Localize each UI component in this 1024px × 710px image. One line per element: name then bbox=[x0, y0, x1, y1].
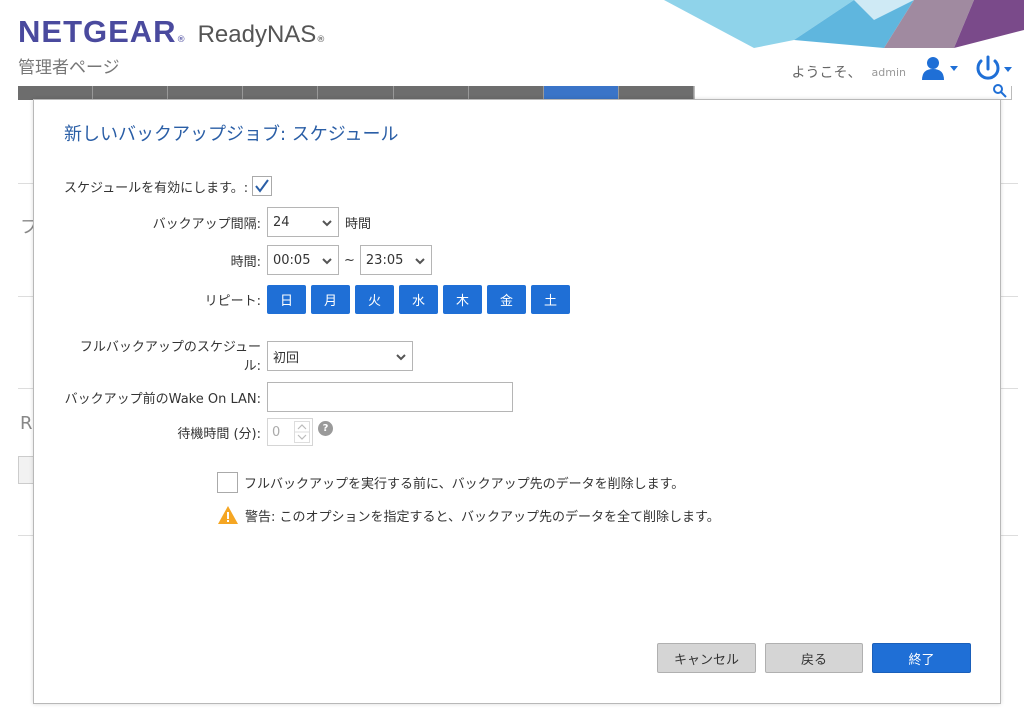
help-icon[interactable]: ? bbox=[318, 420, 333, 436]
repeat-label: リピート: bbox=[204, 294, 261, 309]
nav-tab[interactable] bbox=[243, 86, 319, 100]
day-button-mon[interactable]: 月 bbox=[311, 285, 350, 314]
brand-name: NETGEAR bbox=[18, 14, 177, 49]
nav-tab[interactable] bbox=[619, 86, 694, 100]
nav-tab[interactable] bbox=[318, 86, 394, 100]
warning-text: 警告: このオプションを指定すると、バックアップ先のデータを全て削除します。 bbox=[245, 509, 720, 525]
wait-time-stepper[interactable]: 0 bbox=[267, 418, 313, 446]
interval-value: 24 bbox=[273, 214, 290, 230]
check-icon bbox=[255, 179, 269, 193]
time-range-separator: ~ bbox=[344, 252, 355, 268]
user-menu-icon[interactable] bbox=[920, 54, 960, 84]
welcome-label: ようこそ、 bbox=[791, 65, 862, 81]
repeat-days: 日 月 火 水 木 金 土 bbox=[267, 285, 575, 314]
full-backup-label-line1: フルバックアップのスケジュー bbox=[79, 340, 261, 355]
cancel-button[interactable]: キャンセル bbox=[657, 643, 756, 673]
nav-tab[interactable] bbox=[18, 86, 94, 100]
registered-mark: ® bbox=[316, 35, 326, 45]
enable-schedule-checkbox[interactable] bbox=[252, 176, 273, 196]
wol-label: バックアップ前のWake On LAN: bbox=[64, 391, 261, 407]
welcome-text: ようこそ、 admin bbox=[792, 62, 906, 82]
registered-mark: ® bbox=[176, 35, 186, 45]
dialog-title: 新しいバックアップジョブ: スケジュール bbox=[64, 124, 399, 145]
time-start-value: 00:05 bbox=[273, 252, 311, 268]
background-text: R bbox=[20, 413, 33, 434]
chevron-down-icon bbox=[396, 354, 406, 361]
interval-unit: 時間 bbox=[345, 216, 372, 232]
back-button[interactable]: 戻る bbox=[765, 643, 863, 673]
full-backup-label: フルバックアップのスケジュー ル: bbox=[64, 338, 261, 376]
warning-icon bbox=[218, 506, 238, 524]
full-backup-label-line2: ル: bbox=[243, 359, 261, 374]
time-start-select[interactable]: 00:05 bbox=[267, 245, 339, 275]
power-menu-icon[interactable] bbox=[972, 54, 1016, 84]
chevron-down-icon bbox=[415, 258, 425, 265]
day-button-tue[interactable]: 火 bbox=[355, 285, 394, 314]
nav-tab[interactable] bbox=[168, 86, 244, 100]
day-button-sun[interactable]: 日 bbox=[267, 285, 306, 314]
delete-before-backup-label: フルバックアップを実行する前に、バックアップ先のデータを削除します。 bbox=[244, 477, 685, 492]
finish-button[interactable]: 終了 bbox=[872, 643, 971, 673]
day-button-fri[interactable]: 金 bbox=[487, 285, 526, 314]
nav-tab-backup[interactable] bbox=[543, 86, 619, 100]
page-subtitle: 管理者ページ bbox=[18, 58, 120, 78]
wait-time-label: 待機時間 (分): bbox=[177, 426, 261, 442]
day-button-sat[interactable]: 土 bbox=[531, 285, 570, 314]
nav-tab[interactable] bbox=[93, 86, 169, 100]
interval-select[interactable]: 24 bbox=[267, 207, 339, 237]
wait-time-value: 0 bbox=[272, 424, 281, 440]
search-input[interactable] bbox=[694, 84, 1012, 100]
header-banner bbox=[664, 0, 1024, 48]
netgear-logo: NETGEAR ® ReadyNAS ® bbox=[18, 14, 325, 50]
day-button-thu[interactable]: 木 bbox=[443, 285, 482, 314]
time-end-value: 23:05 bbox=[365, 252, 404, 268]
interval-label: バックアップ間隔: bbox=[152, 216, 261, 232]
chevron-down-icon bbox=[322, 220, 332, 227]
search-icon bbox=[993, 84, 1007, 98]
time-label: 時間: bbox=[230, 254, 261, 270]
full-backup-value: 初回 bbox=[273, 350, 300, 366]
delete-before-backup-checkbox[interactable] bbox=[217, 472, 238, 493]
time-end-select[interactable]: 23:05 bbox=[359, 245, 432, 275]
username: admin bbox=[871, 65, 906, 79]
spinner-arrows-icon bbox=[294, 421, 310, 443]
enable-schedule-label: スケジュールを有効にします。: bbox=[64, 180, 249, 196]
nav-tab[interactable] bbox=[394, 86, 469, 100]
day-button-wed[interactable]: 水 bbox=[399, 285, 438, 314]
main-nav bbox=[18, 86, 694, 100]
full-backup-select[interactable]: 初回 bbox=[267, 341, 413, 371]
nav-tab[interactable] bbox=[469, 86, 544, 100]
product-name: ReadyNAS bbox=[197, 21, 317, 48]
wol-input[interactable] bbox=[267, 382, 513, 412]
chevron-down-icon bbox=[322, 258, 332, 265]
backup-schedule-dialog: 新しいバックアップジョブ: スケジュール スケジュールを有効にします。: バック… bbox=[33, 99, 1001, 704]
